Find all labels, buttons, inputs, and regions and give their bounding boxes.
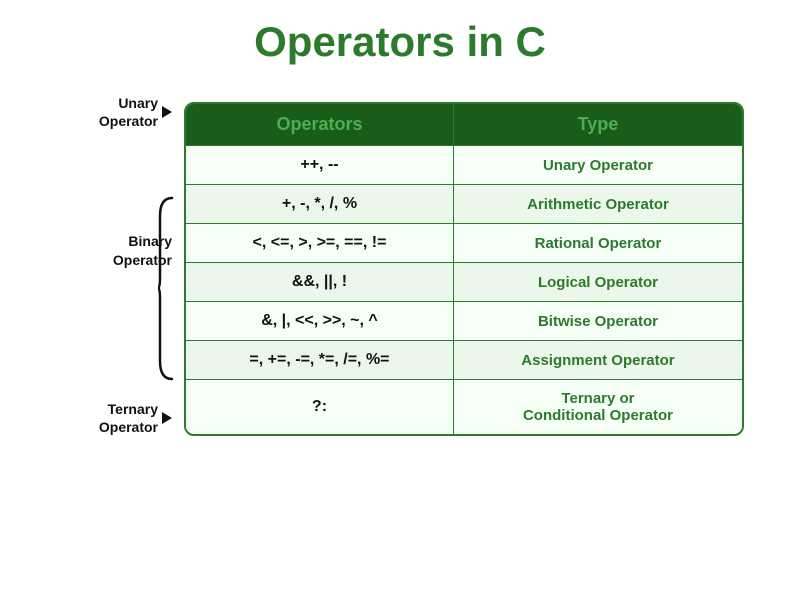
type-cell: Arithmetic Operator: [453, 185, 742, 224]
operator-cell: ?:: [186, 380, 453, 435]
unary-label: UnaryOperator: [99, 94, 172, 130]
table-row: ?:Ternary orConditional Operator: [186, 380, 742, 435]
operator-cell: ++, --: [186, 146, 453, 185]
operator-cell: &&, ||, !: [186, 263, 453, 302]
operator-cell: +, -, *, /, %: [186, 185, 453, 224]
table-row: ++, --Unary Operator: [186, 146, 742, 185]
col-header-type: Type: [453, 104, 742, 146]
table-row: &&, ||, !Logical Operator: [186, 263, 742, 302]
type-cell: Rational Operator: [453, 224, 742, 263]
binary-label: BinaryOperator: [113, 232, 172, 270]
binary-brace: [156, 196, 174, 381]
type-cell: Ternary orConditional Operator: [453, 380, 742, 435]
unary-arrow-icon: [162, 106, 172, 118]
table-row: =, +=, -=, *=, /=, %=Assignment Operator: [186, 341, 742, 380]
labels-column: UnaryOperator BinaryOperator TernaryOper…: [56, 84, 176, 454]
table-row: +, -, *, /, %Arithmetic Operator: [186, 185, 742, 224]
type-cell: Bitwise Operator: [453, 302, 742, 341]
table-row: <, <=, >, >=, ==, !=Rational Operator: [186, 224, 742, 263]
page-title: Operators in C: [254, 18, 546, 66]
operators-table-wrapper: Operators Type ++, --Unary Operator+, -,…: [184, 102, 744, 436]
ternary-arrow-icon: [162, 412, 172, 424]
operator-cell: &, |, <<, >>, ~, ^: [186, 302, 453, 341]
operators-table: Operators Type ++, --Unary Operator+, -,…: [186, 104, 742, 434]
table-header-row: Operators Type: [186, 104, 742, 146]
table-row: &, |, <<, >>, ~, ^Bitwise Operator: [186, 302, 742, 341]
main-content: UnaryOperator BinaryOperator TernaryOper…: [30, 84, 770, 454]
type-cell: Logical Operator: [453, 263, 742, 302]
type-cell: Assignment Operator: [453, 341, 742, 380]
operator-cell: =, +=, -=, *=, /=, %=: [186, 341, 453, 380]
col-header-operators: Operators: [186, 104, 453, 146]
type-cell: Unary Operator: [453, 146, 742, 185]
ternary-label: TernaryOperator: [99, 400, 172, 436]
operator-cell: <, <=, >, >=, ==, !=: [186, 224, 453, 263]
